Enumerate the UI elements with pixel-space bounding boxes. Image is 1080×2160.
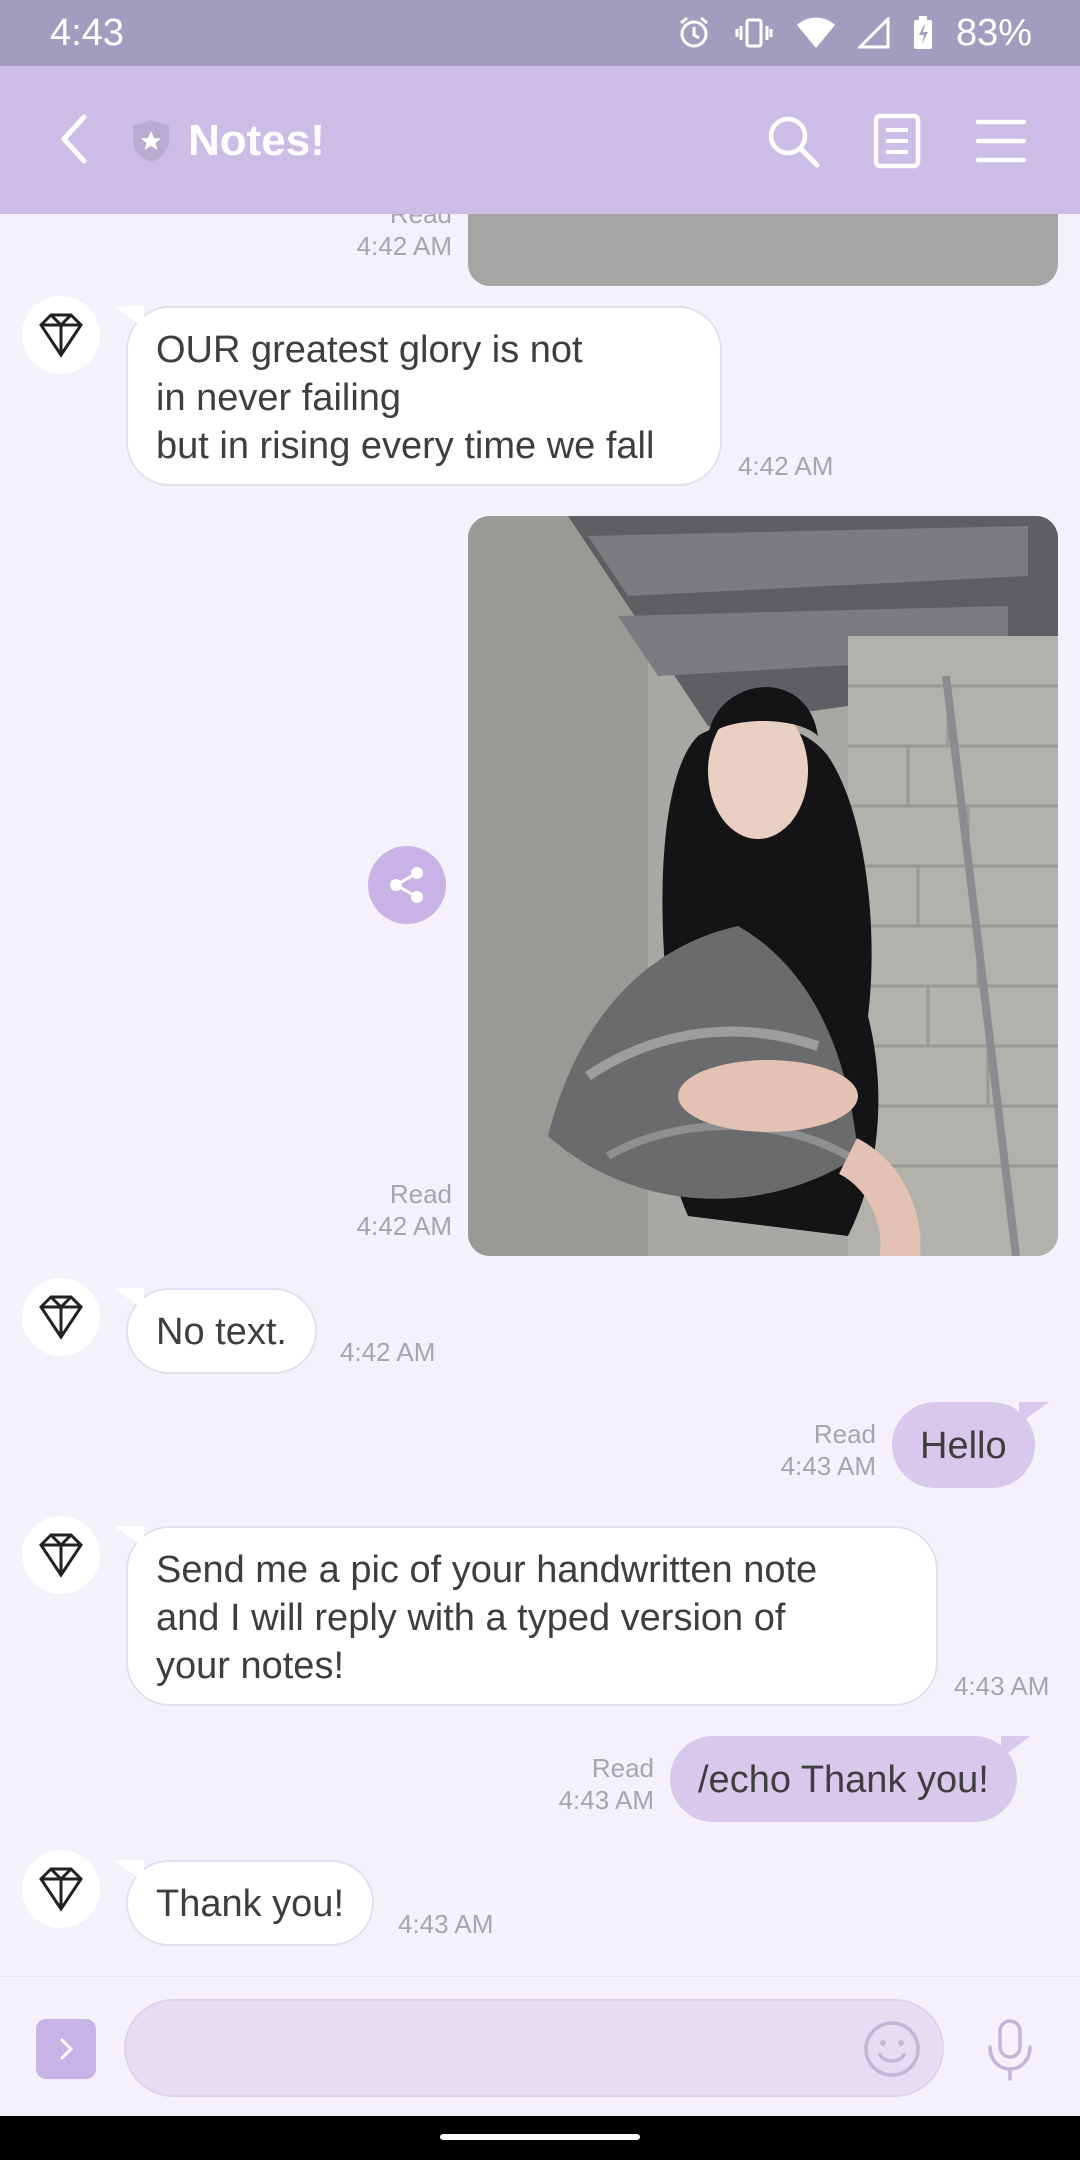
incoming-message-quote[interactable]: OUR greatest glory is not in never faili… xyxy=(126,306,722,486)
incoming-message-instructions[interactable]: Send me a pic of your handwritten note a… xyxy=(126,1526,938,1706)
photo-image xyxy=(468,516,1058,1256)
read-receipt: Read xyxy=(813,1419,876,1449)
search-icon xyxy=(768,116,820,168)
system-navigation-bar xyxy=(0,2116,1080,2160)
message-line: in never failing xyxy=(156,377,402,419)
chat-header: Notes! xyxy=(0,66,1080,214)
shield-star-icon xyxy=(128,118,174,164)
outgoing-message-hello[interactable]: Hello xyxy=(892,1402,1035,1488)
emoji-button[interactable] xyxy=(862,2019,922,2079)
share-button[interactable] xyxy=(368,846,446,924)
notes-button[interactable] xyxy=(868,112,926,170)
menu-button[interactable] xyxy=(972,112,1030,170)
voice-button[interactable] xyxy=(980,2017,1040,2081)
message-list[interactable]: Read 4:42 AM OUR greatest glory is not i… xyxy=(0,214,1080,1976)
message-time: 4:42 AM xyxy=(340,1337,436,1367)
message-line: but in rising every time we fall xyxy=(156,425,655,467)
status-bar: 4:43 83% xyxy=(0,0,1080,66)
message-time: 4:42 AM xyxy=(738,451,834,481)
bot-avatar[interactable] xyxy=(22,1850,100,1928)
chat-title: Notes! xyxy=(188,116,325,165)
diamond-logo-icon xyxy=(39,1867,83,1912)
message-line: Send me a pic of your handwritten note xyxy=(156,1549,818,1591)
message-time: 4:43 AM xyxy=(558,1785,654,1815)
wifi-icon xyxy=(796,16,836,50)
vibrate-icon xyxy=(734,15,774,51)
message-line: your notes! xyxy=(156,1645,344,1687)
message-line: and I will reply with a typed version of xyxy=(156,1597,786,1639)
message-time: 4:42 AM xyxy=(356,231,452,261)
read-receipt: Read xyxy=(389,214,452,229)
diamond-logo-icon xyxy=(39,313,83,358)
signal-icon xyxy=(857,17,890,49)
bot-avatar[interactable] xyxy=(22,296,100,374)
message-text: Hello xyxy=(920,1425,1007,1467)
message-meta: Read 4:43 AM xyxy=(500,1752,654,1816)
diamond-logo-icon xyxy=(39,1295,83,1340)
status-icons: 83% xyxy=(676,12,1032,55)
hamburger-menu-icon xyxy=(975,119,1027,163)
document-icon xyxy=(873,113,921,169)
message-text: /echo Thank you! xyxy=(698,1759,989,1801)
message-meta: Read 4:42 AM xyxy=(300,214,452,262)
message-input[interactable] xyxy=(124,1999,944,2097)
status-time: 4:43 xyxy=(50,11,124,54)
microphone-icon xyxy=(988,2019,1032,2081)
incoming-message-no-text[interactable]: No text. xyxy=(126,1288,317,1374)
back-button[interactable] xyxy=(50,113,102,165)
battery-icon xyxy=(912,15,934,51)
message-text: Thank you! xyxy=(156,1883,344,1925)
bot-avatar[interactable] xyxy=(22,1516,100,1594)
message-time: 4:43 AM xyxy=(398,1909,494,1939)
expand-button[interactable] xyxy=(36,2019,96,2079)
search-button[interactable] xyxy=(764,112,822,170)
photo-message[interactable] xyxy=(468,516,1058,1256)
message-time: 4:42 AM xyxy=(356,1211,452,1241)
message-time: 4:43 AM xyxy=(780,1451,876,1481)
home-gesture-handle[interactable] xyxy=(440,2134,640,2140)
message-time: 4:43 AM xyxy=(954,1671,1050,1701)
message-line: OUR greatest glory is not xyxy=(156,329,583,371)
chevron-left-icon xyxy=(61,114,87,164)
read-receipt: Read xyxy=(389,1179,452,1209)
outgoing-message-echo[interactable]: /echo Thank you! xyxy=(670,1736,1017,1822)
smiley-icon xyxy=(864,2021,920,2077)
incoming-message-thanks[interactable]: Thank you! xyxy=(126,1860,374,1946)
message-meta: Read 4:43 AM xyxy=(720,1418,876,1482)
alarm-icon xyxy=(676,15,712,51)
message-text: No text. xyxy=(156,1311,287,1353)
message-meta: Read 4:42 AM xyxy=(300,1178,452,1242)
battery-percent: 83% xyxy=(955,11,1032,54)
bot-avatar[interactable] xyxy=(22,1278,100,1356)
diamond-logo-icon xyxy=(39,1533,83,1578)
chevron-right-icon xyxy=(60,2038,74,2060)
message-composer xyxy=(0,1976,1080,2116)
read-receipt: Read xyxy=(591,1753,654,1783)
share-icon xyxy=(390,867,423,903)
previous-photo-message[interactable] xyxy=(468,214,1058,286)
